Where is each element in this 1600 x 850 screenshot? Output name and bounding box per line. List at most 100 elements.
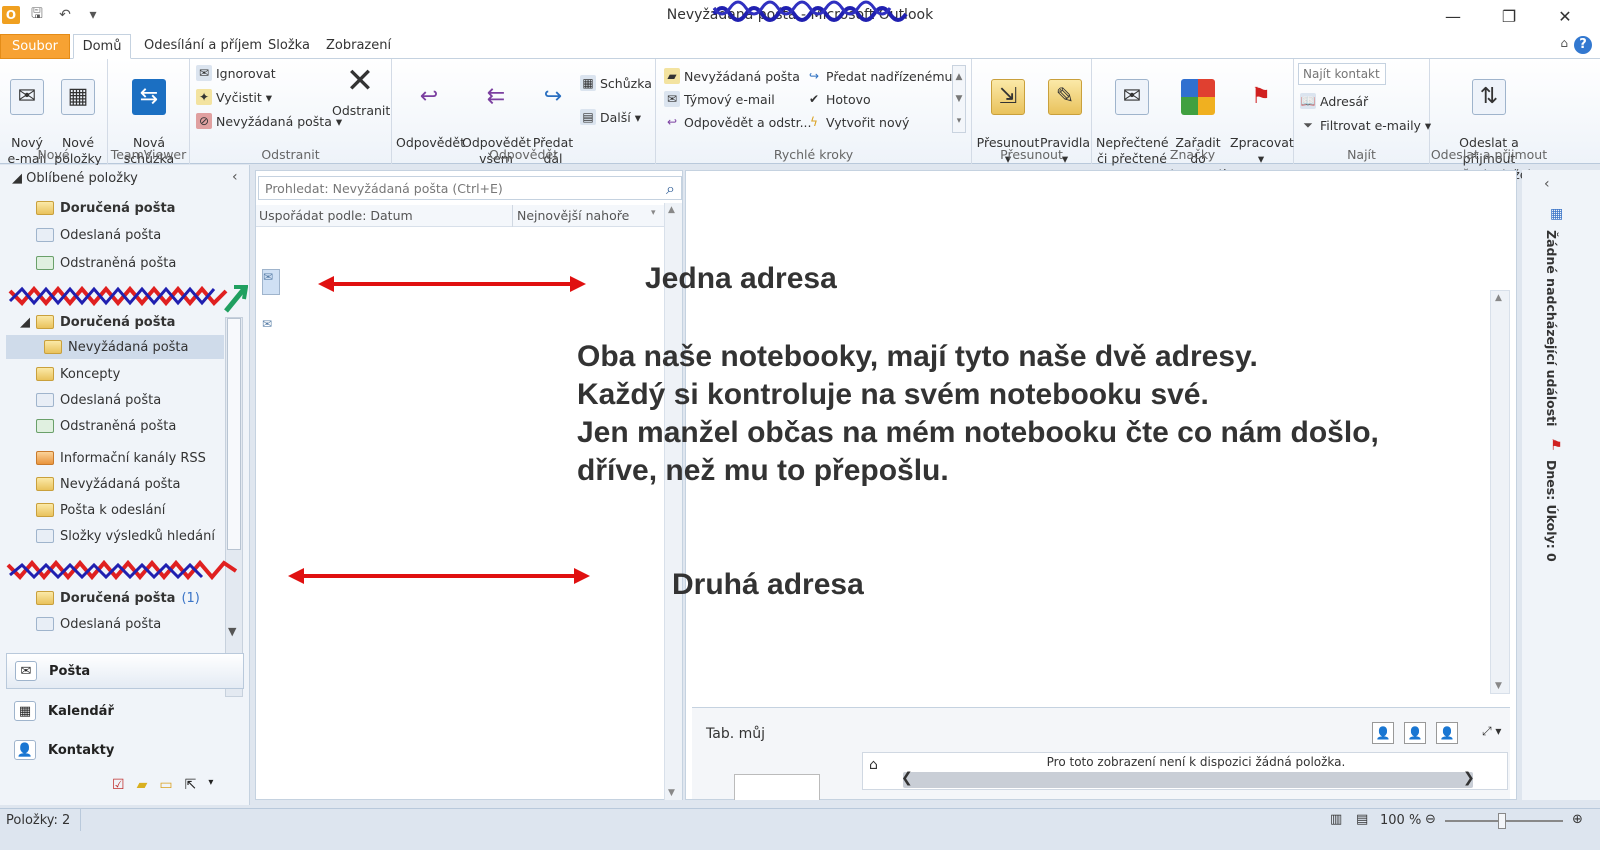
new-items-icon: ▦ — [61, 79, 95, 115]
sort-order-button[interactable]: Nejnovější nahoře — [517, 208, 629, 223]
search-box[interactable]: Prohledat: Nevyžádaná pošta (Ctrl+E) ⌕ — [258, 176, 682, 200]
nav-account2-sent[interactable]: Odeslaná pošta — [36, 613, 161, 635]
module-calendar[interactable]: ▦ Kalendář — [6, 693, 244, 729]
nav-account1-search-folders[interactable]: Složky výsledků hledání — [36, 525, 215, 547]
scroll-right-icon[interactable]: ❯ — [1463, 770, 1475, 786]
todo-no-events: Žádné nadcházející události — [1544, 230, 1559, 427]
nav-account1-rss[interactable]: Informační kanály RSS — [36, 447, 206, 469]
collapse-nav-icon[interactable]: ‹ — [232, 169, 238, 185]
find-contact-input[interactable] — [1298, 63, 1386, 85]
ribbon: ✉ Nový e-mail ▦ Nové položky ▾ Nové ⇆ No… — [0, 59, 1600, 198]
expand-people-pane-icon[interactable]: ⤢ ▾ — [1482, 724, 1501, 739]
nav-account1-deleted[interactable]: Odstraněná pošta — [36, 415, 176, 437]
home-icon[interactable]: ⌂ — [869, 757, 878, 773]
arrange-header: Uspořádat podle: Datum Nejnovější nahoře… — [256, 205, 666, 227]
nav-account1-inbox[interactable]: ◢ Doručená pošta — [20, 311, 175, 333]
person-icon[interactable]: 👤 — [1372, 722, 1394, 744]
nav-fav-deleted[interactable]: Odstraněná pošta — [36, 252, 176, 274]
teamviewer-icon: ⇆ — [132, 79, 166, 115]
nav-scrollbar[interactable] — [225, 317, 243, 697]
nav-account1-sent[interactable]: Odeslaná pošta — [36, 389, 161, 411]
more-icon: ▤ — [580, 109, 596, 125]
delete-button[interactable]: ✕ Odstranit — [332, 63, 390, 119]
cleanup-button[interactable]: ✦ Vyčistit ▾ — [196, 87, 272, 107]
quick-to-manager[interactable]: ↪ Předat nadřízenému — [806, 66, 952, 86]
tab-domu[interactable]: Domů — [73, 34, 131, 59]
junk-button[interactable]: ⊘ Nevyžádaná pošta ▾ — [196, 111, 342, 131]
reply-button[interactable]: ↩ Odpovědět — [396, 63, 465, 151]
reply-icon: ↩ — [419, 84, 439, 109]
reading-scroll-down-icon[interactable]: ▼ — [1495, 681, 1502, 691]
ignore-button[interactable]: ✉ Ignorovat — [196, 63, 276, 83]
zoom-in-icon[interactable]: ⊕ — [1572, 812, 1583, 827]
search-input[interactable]: Prohledat: Nevyžádaná pošta (Ctrl+E) — [265, 181, 503, 196]
nav-scrollbar-thumb[interactable] — [227, 318, 241, 550]
module-contacts[interactable]: 👤 Kontakty — [6, 732, 244, 768]
reading-view-icon[interactable]: ▤ — [1356, 812, 1368, 827]
search-icon[interactable]: ⌕ — [666, 179, 675, 199]
nav-account2-inbox[interactable]: Doručená pošta (1) — [36, 587, 200, 609]
reading-scrollbar[interactable]: ▲ ▼ — [1490, 290, 1510, 694]
nav-account1-junk2[interactable]: Nevyžádaná pošta — [36, 473, 181, 495]
nav-fav-inbox[interactable]: Doručená pošta — [36, 197, 175, 219]
meeting-reply-button[interactable]: ▦ Schůzka — [580, 73, 652, 93]
reading-scroll-up-icon[interactable]: ▲ — [1495, 293, 1502, 303]
module-mail[interactable]: ✉ Pošta — [6, 653, 244, 689]
people-activity: ⌂ Pro toto zobrazení není k dispozici žá… — [862, 752, 1508, 790]
quick-junk[interactable]: ▰ Nevyžádaná pošta — [664, 66, 800, 86]
nav-scroll-down-icon[interactable]: ▼ — [228, 625, 236, 638]
expand-todo-icon[interactable]: ‹ — [1544, 176, 1550, 192]
nav-account1-junk[interactable]: Nevyžádaná pošta — [44, 336, 189, 358]
people-hscroll[interactable] — [903, 772, 1473, 788]
quick-done[interactable]: ✔ Hotovo — [806, 89, 871, 109]
mail-module-icon: ✉ — [15, 661, 37, 681]
tab-soubor[interactable]: Soubor — [0, 34, 70, 59]
help-icon[interactable]: ? — [1574, 36, 1592, 54]
person-icon[interactable]: 👤 — [1436, 722, 1458, 744]
recycle-folder-icon — [36, 419, 54, 433]
list-scroll-up-icon[interactable]: ▲ — [668, 205, 675, 215]
scroll-left-icon[interactable]: ❮ — [901, 770, 913, 786]
minimize-button[interactable]: — — [1425, 0, 1481, 32]
tasks-icon[interactable]: ☑ — [112, 777, 125, 793]
tab-folder[interactable]: Složka — [258, 34, 320, 59]
quick-create-new[interactable]: ϟ Vytvořit nový — [806, 112, 909, 132]
red-flag-icon[interactable]: ⚑ — [1550, 438, 1563, 454]
tab-send-receive[interactable]: Odesílání a příjem — [134, 34, 272, 59]
normal-view-icon[interactable]: ▥ — [1330, 812, 1342, 827]
list-scroll-down-icon[interactable]: ▼ — [668, 788, 675, 798]
favorites-header[interactable]: ◢ Oblíbené položky — [12, 171, 138, 186]
shortcuts-icon[interactable]: ⇱ — [185, 777, 197, 793]
zoom-out-icon[interactable]: ⊖ — [1425, 812, 1436, 827]
send-receive-all-button[interactable]: ⇅ Odeslat a přijmout u všech složek — [1432, 63, 1546, 183]
rules-folder-icon: ✎ — [1048, 79, 1082, 115]
zoom-level[interactable]: 100 % — [1380, 813, 1421, 828]
more-respond-button[interactable]: ▤ Další ▾ — [580, 107, 641, 127]
arrange-by-button[interactable]: Uspořádat podle: Datum — [259, 208, 413, 223]
notes-icon[interactable]: ▰ — [137, 777, 148, 793]
restore-button[interactable]: ❐ — [1481, 0, 1537, 32]
nav-account1-drafts[interactable]: Koncepty — [36, 363, 120, 385]
nav-fav-sent[interactable]: Odeslaná pošta — [36, 224, 161, 246]
nav-account1-outbox[interactable]: Pošta k odeslání — [36, 499, 165, 521]
sort-dropdown-icon[interactable]: ▾ — [651, 208, 656, 218]
to-manager-icon: ↪ — [808, 69, 820, 83]
recycle-folder-icon — [36, 256, 54, 270]
message-item-2[interactable]: ✉ — [262, 317, 280, 337]
zoom-slider-thumb[interactable] — [1498, 813, 1506, 829]
quick-team-email[interactable]: ✉ Týmový e-mail — [664, 89, 775, 109]
message-item-1[interactable]: ✉ — [262, 269, 280, 295]
quick-reply-delete[interactable]: ↩ Odpovědět a odstr... — [664, 112, 812, 132]
configure-buttons-icon[interactable]: ▾ — [208, 777, 213, 793]
address-book-button[interactable]: 📖 Adresář — [1300, 91, 1368, 111]
folders-icon[interactable]: ▭ — [159, 777, 172, 793]
calendar-icon[interactable]: ▦ — [1550, 206, 1563, 222]
person-icon[interactable]: 👤 — [1404, 722, 1426, 744]
tab-view[interactable]: Zobrazení — [316, 34, 401, 59]
annotation-line-1: Oba naše notebooky, mají tyto naše dvě a… — [577, 340, 1258, 373]
close-button[interactable]: ✕ — [1537, 0, 1593, 32]
collapse-ribbon-icon[interactable]: ⌂ — [1560, 36, 1568, 50]
filter-email-button[interactable]: ⏷ Filtrovat e-maily ▾ — [1300, 115, 1431, 135]
quick-steps-scroll[interactable]: ▲ ▼ ▾ — [952, 65, 966, 133]
lightning-icon: ϟ — [810, 115, 818, 129]
